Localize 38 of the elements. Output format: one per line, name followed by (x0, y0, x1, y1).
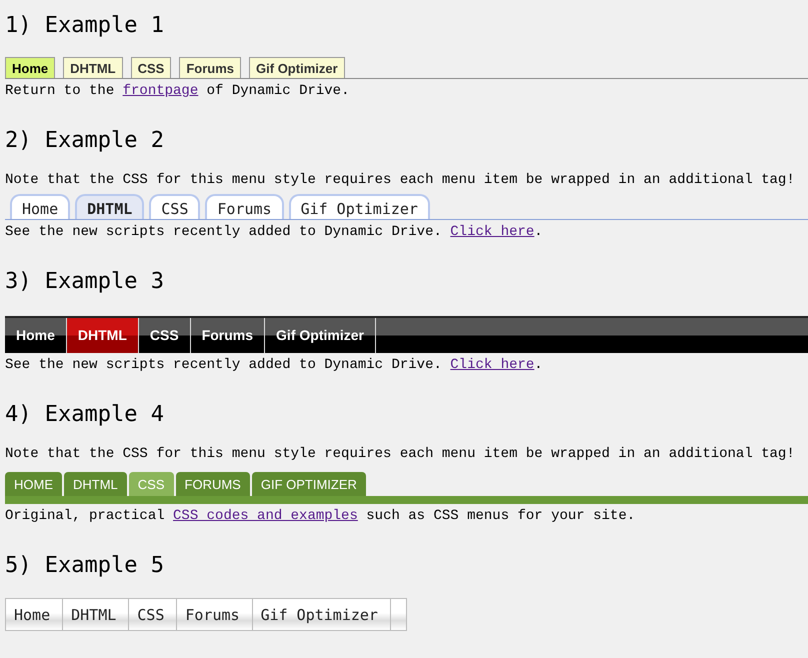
section-heading: 1) Example 1 (5, 12, 165, 40)
menu-tab[interactable]: Forums (205, 194, 284, 219)
menu-tab[interactable]: Home (6, 599, 64, 630)
menu-tab[interactable]: FORUMS (176, 472, 250, 496)
menu-tab[interactable]: Forums (179, 57, 242, 78)
menu-tab[interactable]: DHTML (63, 57, 123, 78)
section-heading: 5) Example 5 (5, 552, 165, 580)
caption-link[interactable]: Click here (450, 224, 534, 240)
menu-tab[interactable]: CSS (129, 599, 178, 630)
caption-link[interactable]: frontpage (122, 83, 198, 99)
menu-tab[interactable]: CSS (149, 194, 200, 219)
menu-tab[interactable]: Gif Optimizer (252, 599, 391, 630)
caption-text: See the new scripts recently added to Dynamic Drive. Click here. (5, 357, 544, 373)
menu-tab[interactable]: Gif Optimizer (288, 194, 430, 219)
caption-text: See the new scripts recently added to Dynamic Drive. Click here. (5, 224, 544, 240)
menu-tab[interactable]: Forums (177, 599, 253, 630)
menu-tab[interactable]: Gif Optimizer (265, 318, 376, 353)
note-text: Note that the CSS for this menu style requires each menu item be wrapped in an additional tag! (5, 172, 796, 188)
menu-tab[interactable]: DHTML (66, 318, 139, 353)
section-heading: 3) Example 3 (5, 268, 165, 296)
menu-tab[interactable]: CSS (138, 318, 191, 353)
caption-link[interactable]: CSS codes and examples (173, 508, 358, 524)
caption-link[interactable]: Click here (450, 357, 534, 373)
section-heading: 2) Example 2 (5, 127, 165, 155)
section-heading: 4) Example 4 (5, 401, 165, 429)
note-text: Note that the CSS for this menu style requires each menu item be wrapped in an additional tag! (5, 446, 796, 462)
menu-tab[interactable]: DHTML (63, 599, 130, 630)
menu-tab[interactable]: Home (5, 57, 56, 78)
caption-text: Original, practical CSS codes and examples such as CSS menus for your site. (5, 508, 636, 524)
menu-tab[interactable]: DHTML (75, 194, 144, 219)
menu-tab[interactable]: HOME (5, 472, 62, 496)
menu-tab[interactable]: Forums (190, 318, 266, 353)
menu-tab[interactable]: DHTML (64, 472, 127, 496)
caption-text: Return to the frontpage of Dynamic Drive. (5, 83, 350, 99)
menu-tab[interactable]: Home (10, 194, 70, 219)
menu-tab[interactable]: CSS (130, 57, 172, 78)
menu-tab[interactable]: Gif Optimizer (249, 57, 345, 78)
menu-tab[interactable]: GIF OPTIMIZER (252, 472, 366, 496)
